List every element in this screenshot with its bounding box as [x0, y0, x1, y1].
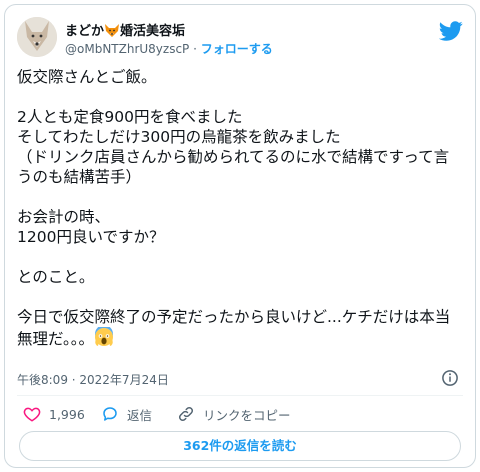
twitter-bird-icon[interactable]: [439, 19, 463, 43]
follow-button[interactable]: フォローする: [201, 42, 273, 56]
tweet-timestamp[interactable]: 午後8:09 · 2022年7月24日: [17, 371, 169, 388]
scream-emoji-icon: [95, 327, 114, 346]
info-icon[interactable]: [441, 369, 459, 387]
tweet-header: まどか 婚活美容垢 @oMbNTZhrU8yzscP · フォローする: [17, 15, 463, 59]
like-button[interactable]: 1,996: [23, 403, 85, 425]
reply-label: 返信: [127, 407, 153, 423]
read-replies-button[interactable]: 362件の返信を読む: [19, 431, 461, 461]
link-icon: [178, 406, 194, 422]
author-handle-line: @oMbNTZhrU8yzscP · フォローする: [65, 40, 273, 57]
author-name[interactable]: まどか 婚活美容垢: [65, 20, 185, 39]
like-count: 1,996: [49, 406, 85, 422]
reply-button[interactable]: 返信: [101, 403, 152, 425]
author-name-suffix: 婚活美容垢: [120, 24, 186, 39]
heart-icon: [23, 407, 41, 422]
divider: [17, 395, 463, 396]
copy-link-button[interactable]: リンクをコピー: [177, 403, 291, 425]
tweet-text: 仮交際さんとご飯。 2人とも定食900円を食べました そしてわたしだけ300円の…: [17, 68, 451, 348]
handle-separator: ·: [193, 42, 197, 56]
author-handle[interactable]: @oMbNTZhrU8yzscP: [65, 42, 189, 56]
reply-bubble-icon: [103, 407, 117, 421]
tweet-card: まどか 婚活美容垢 @oMbNTZhrU8yzscP · フォローする 仮交際さん…: [4, 4, 476, 468]
tweet-body: 仮交際さんとご飯。 2人とも定食900円を食べました そしてわたしだけ300円の…: [17, 67, 461, 349]
avatar[interactable]: [17, 17, 57, 57]
fox-emoji-icon: [105, 24, 120, 37]
author-name-prefix: まどか: [65, 24, 105, 39]
copy-link-label: リンクをコピー: [203, 407, 291, 423]
